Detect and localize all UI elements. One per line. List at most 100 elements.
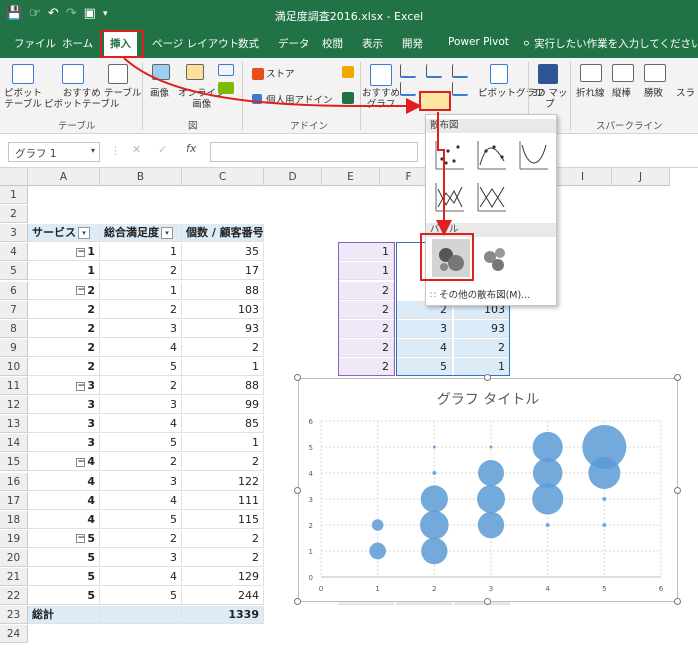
hierarchy-chart-icon[interactable] [426, 64, 442, 78]
chart-handle-top-left[interactable] [294, 374, 301, 381]
pivot-service-cell[interactable]: 1 [28, 262, 100, 281]
people-graph-icon[interactable] [342, 92, 354, 104]
store-button[interactable]: ストア [266, 69, 295, 80]
filter-dropdown-icon[interactable]: ▾ [78, 227, 90, 240]
pivot-service-cell[interactable]: 4 [28, 510, 100, 529]
pivot-satisfaction-cell[interactable]: 2 [100, 300, 182, 319]
row-header[interactable]: 3 [0, 224, 28, 243]
column-header[interactable]: A [28, 168, 100, 186]
pivot-satisfaction-cell[interactable]: 4 [100, 568, 182, 586]
row-header[interactable]: 21 [0, 568, 28, 586]
pivot-satisfaction-cell[interactable]: 2 [100, 262, 182, 281]
select-all-corner[interactable] [0, 168, 28, 186]
table-button[interactable]: テーブル [104, 88, 141, 99]
tab-data[interactable]: データ [278, 36, 310, 51]
line-sparkline-button[interactable]: 折れ線 [576, 88, 605, 99]
pivot-satisfaction-cell[interactable]: 2 [100, 529, 182, 548]
pivot-service-cell[interactable]: 2 [28, 300, 100, 319]
pivot-count-cell[interactable]: 88 [182, 281, 264, 300]
pivot-satisfaction-cell[interactable]: 5 [100, 434, 182, 453]
chart-handle-bottom-right[interactable] [674, 598, 681, 605]
column-header[interactable]: J [612, 168, 670, 186]
smartart-icon[interactable] [218, 82, 234, 94]
row-header[interactable]: 20 [0, 548, 28, 567]
3d-map-button[interactable]: 3D マップ [532, 88, 567, 110]
my-addins-button[interactable]: 個人用アドイン [266, 95, 333, 106]
chart-handle-top[interactable] [484, 374, 491, 381]
winloss-sparkline-button[interactable]: 勝敗 [644, 88, 663, 99]
chart-handle-bottom[interactable] [484, 598, 491, 605]
tab-home[interactable]: ホーム [62, 36, 93, 51]
pivot-count-cell[interactable]: 115 [182, 510, 264, 529]
collapse-icon[interactable]: − [76, 534, 86, 544]
pivot-count-cell[interactable]: 93 [182, 319, 264, 338]
pivot-satisfaction-cell[interactable]: 2 [100, 453, 182, 472]
chevron-down-icon[interactable]: ▾ [91, 146, 95, 155]
pivot-satisfaction-cell[interactable]: 3 [100, 396, 182, 415]
pivot-service-cell[interactable]: 3 [28, 434, 100, 453]
pivot-satisfaction-cell[interactable]: 4 [100, 415, 182, 434]
chart-handle-top-right[interactable] [674, 374, 681, 381]
pivot-count-cell[interactable]: 88 [182, 377, 264, 395]
pivot-count-cell[interactable]: 2 [182, 338, 264, 357]
row-header[interactable]: 17 [0, 491, 28, 510]
pivot-service-cell[interactable]: 5 [28, 548, 100, 567]
more-scatter-charts-link[interactable]: ∷ その他の散布図(M)... [430, 287, 530, 301]
row-header[interactable]: 16 [0, 472, 28, 491]
scatter-smooth-option[interactable] [514, 137, 552, 175]
scatter-straight-markers-option[interactable] [430, 179, 468, 217]
function-icon[interactable]: fx [186, 142, 196, 155]
tab-view[interactable]: 表示 [362, 36, 383, 51]
column-header[interactable]: C [182, 168, 264, 186]
pivot-service-cell[interactable]: −2 [28, 281, 100, 300]
row-header[interactable]: 6 [0, 281, 28, 300]
line-chart-icon[interactable] [400, 82, 416, 96]
row-header[interactable]: 10 [0, 357, 28, 376]
row-header[interactable]: 23 [0, 606, 28, 625]
pivot-satisfaction-cell[interactable]: 5 [100, 357, 182, 376]
waterfall-chart-icon[interactable] [452, 64, 468, 78]
row-header[interactable]: 13 [0, 415, 28, 434]
pivot-service-cell[interactable]: 2 [28, 338, 100, 357]
pivot-satisfaction-cell[interactable]: 1 [100, 281, 182, 300]
pivot-count-cell[interactable]: 99 [182, 396, 264, 415]
scatter-straight-option[interactable] [472, 179, 510, 217]
pivot-satisfaction-cell[interactable]: 4 [100, 491, 182, 510]
scatter-markers-option[interactable] [430, 137, 468, 175]
pivot-count-cell[interactable]: 103 [182, 300, 264, 319]
pivot-satisfaction-cell[interactable]: 3 [100, 548, 182, 567]
row-header[interactable]: 24 [0, 625, 28, 644]
pivot-satisfaction-cell[interactable]: 1 [100, 243, 182, 262]
pivot-satisfaction-cell[interactable]: 5 [100, 510, 182, 529]
shapes-icon[interactable] [218, 64, 234, 76]
pivot-service-cell[interactable]: 4 [28, 472, 100, 491]
row-header[interactable]: 19 [0, 529, 28, 548]
column-header[interactable]: D [264, 168, 322, 186]
pivot-service-cell[interactable]: 2 [28, 319, 100, 338]
pivot-count-cell[interactable]: 85 [182, 415, 264, 434]
pivot-satisfaction-cell[interactable]: 3 [100, 319, 182, 338]
row-header[interactable]: 15 [0, 453, 28, 472]
grand-total-blank[interactable] [100, 606, 182, 625]
tab-formulas[interactable]: 数式 [238, 36, 259, 51]
pivot-header-service[interactable]: サービス ▾ [28, 224, 100, 243]
row-header[interactable]: 7 [0, 300, 28, 319]
row-header[interactable]: 5 [0, 262, 28, 281]
name-box[interactable]: グラフ 1 ▾ [8, 142, 100, 162]
pivot-service-cell[interactable]: −4 [28, 453, 100, 472]
row-header[interactable]: 9 [0, 338, 28, 357]
row-header[interactable]: 18 [0, 510, 28, 529]
row-header[interactable]: 14 [0, 434, 28, 453]
collapse-icon[interactable]: − [76, 286, 86, 295]
tab-power-pivot[interactable]: Power Pivot [448, 36, 509, 48]
pivot-service-cell[interactable]: −1 [28, 243, 100, 262]
column-chart-icon[interactable] [400, 64, 416, 78]
row-header[interactable]: 22 [0, 587, 28, 606]
tab-file[interactable]: ファイル [14, 36, 56, 51]
scatter-smooth-markers-option[interactable] [472, 137, 510, 175]
collapse-icon[interactable]: − [76, 457, 86, 467]
pivot-satisfaction-cell[interactable]: 4 [100, 338, 182, 357]
row-header[interactable]: 8 [0, 319, 28, 338]
filter-dropdown-icon[interactable]: ▾ [161, 227, 173, 240]
pivot-count-cell[interactable]: 2 [182, 453, 264, 472]
